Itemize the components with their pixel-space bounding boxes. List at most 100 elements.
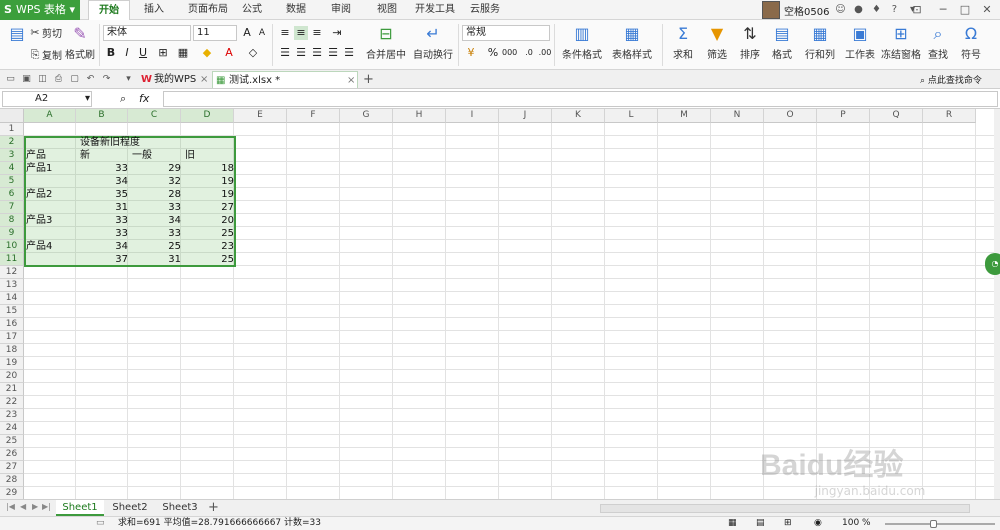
- cell-old[interactable]: 19: [183, 175, 236, 188]
- font-size-select[interactable]: 11: [193, 25, 237, 41]
- shirt-icon[interactable]: ♦: [869, 3, 883, 17]
- row-header-5[interactable]: 5: [0, 175, 24, 188]
- find-button[interactable]: ⌕ 查找: [922, 24, 954, 61]
- cell-old[interactable]: 25: [183, 253, 236, 266]
- help-icon[interactable]: ?: [887, 3, 901, 17]
- row-header-28[interactable]: 28: [0, 474, 24, 487]
- column-header-b[interactable]: B: [76, 109, 128, 123]
- horizontal-scrollbar[interactable]: [600, 504, 970, 513]
- next-sheet-icon[interactable]: ▶: [32, 502, 38, 511]
- align-left-icon[interactable]: ☰: [278, 46, 292, 60]
- paste-button[interactable]: ▤: [6, 24, 26, 46]
- column-header-r[interactable]: R: [923, 109, 976, 123]
- row-header-16[interactable]: 16: [0, 318, 24, 331]
- distributed-icon[interactable]: ☰: [342, 46, 356, 60]
- row-header-9[interactable]: 9: [0, 227, 24, 240]
- italic-icon[interactable]: I: [120, 46, 134, 60]
- chevron-down-icon[interactable]: ▾: [122, 73, 135, 86]
- row-header-26[interactable]: 26: [0, 448, 24, 461]
- app-menu-button[interactable]: S WPS 表格 ▾: [0, 0, 80, 20]
- freeze-panes-button[interactable]: ⊞ 冻结窗格: [880, 24, 922, 61]
- row-header-22[interactable]: 22: [0, 396, 24, 409]
- minimize-icon[interactable]: ─: [934, 2, 952, 18]
- table-style-button[interactable]: ▦ 表格样式: [608, 24, 656, 61]
- cell-new[interactable]: 33: [78, 162, 130, 175]
- row-header-25[interactable]: 25: [0, 435, 24, 448]
- row-header-7[interactable]: 7: [0, 201, 24, 214]
- restore-ribbon-icon[interactable]: ⊡: [908, 2, 926, 18]
- name-box[interactable]: A2 ▾: [2, 91, 92, 107]
- font-shrink-icon[interactable]: A: [255, 26, 269, 40]
- tab-cloud[interactable]: 云服务: [466, 0, 504, 20]
- column-header-k[interactable]: K: [552, 109, 605, 123]
- row-header-12[interactable]: 12: [0, 266, 24, 279]
- row-header-19[interactable]: 19: [0, 357, 24, 370]
- row-header-18[interactable]: 18: [0, 344, 24, 357]
- justify-icon[interactable]: ☰: [326, 46, 340, 60]
- wrap-text-button[interactable]: ↵ 自动换行: [412, 24, 454, 61]
- fill-color-icon[interactable]: ◆: [200, 46, 214, 60]
- tab-page-layout[interactable]: 页面布局: [180, 0, 236, 20]
- column-header-n[interactable]: N: [711, 109, 764, 123]
- preview-icon[interactable]: ▢: [68, 73, 81, 86]
- underline-icon[interactable]: U: [136, 46, 150, 60]
- tab-review[interactable]: 审阅: [326, 0, 356, 20]
- row-header-11[interactable]: 11: [0, 253, 24, 266]
- cell-product[interactable]: 产品4: [24, 240, 76, 253]
- rows-cols-button[interactable]: ▦ 行和列: [800, 24, 840, 61]
- last-sheet-icon[interactable]: ▶|: [42, 502, 51, 511]
- row-header-8[interactable]: 8: [0, 214, 24, 227]
- cell-normal[interactable]: 29: [130, 162, 183, 175]
- sheet-tab-3[interactable]: Sheet3: [156, 500, 204, 516]
- save-icon[interactable]: ▣: [20, 73, 33, 86]
- decrease-decimal-icon[interactable]: .00: [538, 46, 552, 60]
- fx-icon[interactable]: fx: [139, 92, 149, 105]
- align-right-icon[interactable]: ☰: [310, 46, 324, 60]
- format-painter-button[interactable]: ✎ 格式刷: [64, 24, 96, 61]
- row-header-21[interactable]: 21: [0, 383, 24, 396]
- vertical-scrollbar[interactable]: [994, 109, 1000, 499]
- new-tab-icon[interactable]: +: [362, 73, 375, 86]
- cell-new[interactable]: 37: [78, 253, 130, 266]
- cell-header-product[interactable]: 产品: [24, 149, 46, 162]
- row-header-17[interactable]: 17: [0, 331, 24, 344]
- row-header-29[interactable]: 29: [0, 487, 24, 499]
- cell-normal[interactable]: 33: [130, 201, 183, 214]
- row-header-23[interactable]: 23: [0, 409, 24, 422]
- format-button[interactable]: ▤ 格式: [766, 24, 798, 61]
- column-header-e[interactable]: E: [234, 109, 287, 123]
- bell-icon[interactable]: ●: [851, 3, 865, 17]
- font-color-icon[interactable]: A: [222, 46, 236, 60]
- column-header-m[interactable]: M: [658, 109, 711, 123]
- cell-normal[interactable]: 25: [130, 240, 183, 253]
- currency-icon[interactable]: ¥: [464, 46, 478, 60]
- cell-new[interactable]: 33: [78, 227, 130, 240]
- cell-product[interactable]: [24, 175, 76, 188]
- tab-formula[interactable]: 公式: [238, 0, 266, 20]
- redo-icon[interactable]: ↷: [100, 73, 113, 86]
- cell-old[interactable]: 19: [183, 188, 236, 201]
- prev-sheet-icon[interactable]: ◀: [20, 502, 26, 511]
- filter-button[interactable]: ▼ 筛选: [700, 24, 734, 61]
- cell-product[interactable]: [24, 227, 76, 240]
- cell-product[interactable]: 产品2: [24, 188, 76, 201]
- row-header-1[interactable]: 1: [0, 123, 24, 136]
- cell-header-new[interactable]: 新: [78, 149, 90, 162]
- merge-center-button[interactable]: ⊟ 合并居中: [362, 24, 410, 61]
- bold-icon[interactable]: B: [104, 46, 118, 60]
- tab-insert[interactable]: 插入: [138, 0, 170, 20]
- cell-new[interactable]: 33: [78, 214, 130, 227]
- cell-old[interactable]: 18: [183, 162, 236, 175]
- sum-button[interactable]: Σ 求和: [666, 24, 700, 61]
- avatar[interactable]: [762, 1, 780, 19]
- cell-new[interactable]: 34: [78, 240, 130, 253]
- clear-format-icon[interactable]: ◇: [246, 46, 260, 60]
- cell-normal[interactable]: 32: [130, 175, 183, 188]
- zoom-icon[interactable]: ⌕: [120, 92, 126, 106]
- column-header-d[interactable]: D: [181, 109, 234, 123]
- normal-view-icon[interactable]: ▦: [728, 517, 737, 530]
- cell-header-old[interactable]: 旧: [183, 149, 195, 162]
- cell-old[interactable]: 23: [183, 240, 236, 253]
- column-header-p[interactable]: P: [817, 109, 870, 123]
- column-header-i[interactable]: I: [446, 109, 499, 123]
